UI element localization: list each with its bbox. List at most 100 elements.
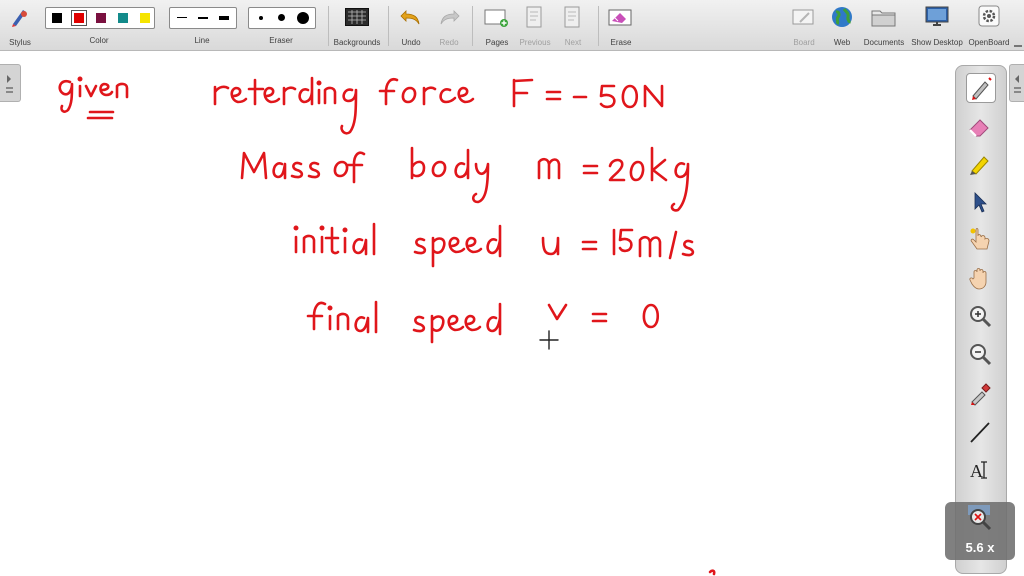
pointing-hand-icon: [970, 228, 990, 250]
next-label: Next: [564, 38, 582, 47]
eraser-size-selector: [248, 7, 316, 29]
eraser-small-option[interactable]: [252, 10, 270, 26]
pen-icon: [972, 77, 992, 100]
eraser-large-option[interactable]: [294, 10, 312, 26]
right-panel-tab[interactable]: [1009, 64, 1024, 102]
expand-left-panel-icon: [6, 75, 13, 93]
zoom-indicator: 5.6 x: [945, 502, 1015, 560]
toolbar-divider: [388, 6, 389, 46]
pipette-icon: [971, 383, 991, 406]
zoom-in-icon: [970, 306, 992, 328]
backgrounds-button[interactable]: Backgrounds: [334, 2, 380, 48]
selector-tool[interactable]: [966, 188, 994, 216]
backgrounds-grid-icon: [345, 8, 369, 26]
backgrounds-label: Backgrounds: [333, 38, 381, 47]
documents-label: Documents: [863, 38, 905, 47]
pointer-arrow-icon: [974, 192, 987, 213]
color-swatch-yellow[interactable]: [140, 13, 150, 23]
redo-label: Redo: [439, 38, 459, 47]
play-tool[interactable]: [966, 226, 994, 254]
handwritten-line-initial-speed: [293, 222, 695, 268]
line-medium-option[interactable]: [194, 10, 212, 26]
board-icon: [792, 9, 814, 25]
hand-tool[interactable]: [966, 264, 994, 292]
toolbar-divider: [328, 6, 329, 46]
monitor-icon: [925, 6, 949, 26]
undo-label: Undo: [401, 38, 421, 47]
previous-page-icon: [526, 6, 542, 28]
laser-pointer-tool[interactable]: [966, 380, 994, 408]
web-button[interactable]: Web: [826, 2, 858, 48]
hand-icon: [969, 268, 987, 290]
undo-icon: [400, 10, 420, 25]
gear-icon: [978, 5, 1000, 27]
line-thin-option[interactable]: [173, 10, 191, 26]
previous-label: Previous: [519, 38, 551, 47]
pages-button[interactable]: Pages: [480, 2, 514, 48]
handwritten-line-final-speed: [306, 300, 660, 344]
undo-button[interactable]: Undo: [396, 2, 426, 48]
stylus-icon: [12, 10, 27, 27]
handwritten-stray-mark: [708, 569, 716, 576]
color-label: Color: [89, 36, 109, 45]
marker-tool[interactable]: [966, 150, 994, 178]
redo-icon: [440, 10, 460, 25]
color-swatch-black[interactable]: [52, 13, 62, 23]
color-swatch-teal[interactable]: [118, 13, 128, 23]
documents-button[interactable]: Documents: [864, 2, 904, 48]
toolbar-divider: [472, 6, 473, 46]
handwritten-line-retarding-force: [213, 76, 664, 135]
eraser-medium-option[interactable]: [273, 10, 291, 26]
board-label: Board: [793, 38, 815, 47]
next-page-icon: [564, 6, 580, 28]
show-desktop-button[interactable]: Show Desktop: [911, 2, 963, 48]
line-thick-option[interactable]: [215, 10, 233, 26]
zoom-level-text: 5.6 x: [965, 540, 995, 555]
text-icon: A: [970, 461, 987, 481]
stylus-button[interactable]: Stylus: [4, 2, 36, 48]
toolbar-divider: [598, 6, 599, 46]
openboard-label: OpenBoard: [968, 38, 1010, 47]
globe-icon: [832, 7, 852, 27]
erase-label: Erase: [610, 38, 632, 47]
marker-icon: [970, 156, 989, 175]
line-icon: [970, 422, 990, 443]
eraser-label: Eraser: [269, 36, 293, 45]
color-swatch-red[interactable]: [71, 10, 87, 26]
erase-board-icon: [608, 9, 632, 26]
handwritten-label-given: [58, 76, 129, 120]
line-tool[interactable]: [966, 418, 994, 446]
erase-button[interactable]: Erase: [604, 2, 638, 48]
folder-icon: [871, 10, 896, 27]
openboard-menu-button[interactable]: OpenBoard: [968, 2, 1010, 48]
line-label: Line: [194, 36, 210, 45]
crosshair-cursor: [539, 330, 559, 350]
add-page-icon: [484, 9, 508, 27]
color-palette: [45, 7, 155, 29]
color-swatch-maroon[interactable]: [96, 13, 106, 23]
left-panel-tab[interactable]: [0, 64, 21, 102]
board-mode-button[interactable]: Board: [788, 2, 820, 48]
pen-tool[interactable]: [966, 73, 996, 103]
handwritten-line-mass-of-body: [240, 146, 690, 212]
zoom-in-tool[interactable]: [966, 302, 994, 330]
minimize-icon: [1014, 45, 1022, 47]
expand-right-panel-icon: [1014, 75, 1021, 93]
web-label: Web: [833, 38, 851, 47]
redo-button[interactable]: Redo: [434, 2, 464, 48]
eraser-tool[interactable]: [966, 112, 994, 140]
next-page-button[interactable]: Next: [556, 2, 590, 48]
show-desktop-label: Show Desktop: [911, 38, 963, 47]
magnifier-icon: [968, 505, 992, 531]
zoom-out-icon: [970, 344, 992, 366]
main-toolbar: Stylus Color Line Eraser Backgrounds Und…: [0, 0, 1024, 51]
stylus-label: Stylus: [9, 38, 31, 47]
previous-page-button[interactable]: Previous: [518, 2, 552, 48]
text-tool[interactable]: A: [966, 456, 994, 484]
whiteboard-canvas[interactable]: [20, 52, 950, 576]
line-width-selector: [169, 7, 237, 29]
eraser-icon: [969, 119, 989, 137]
window-control-button[interactable]: [1012, 36, 1024, 48]
zoom-out-tool[interactable]: [966, 340, 994, 368]
pages-label: Pages: [485, 38, 509, 47]
